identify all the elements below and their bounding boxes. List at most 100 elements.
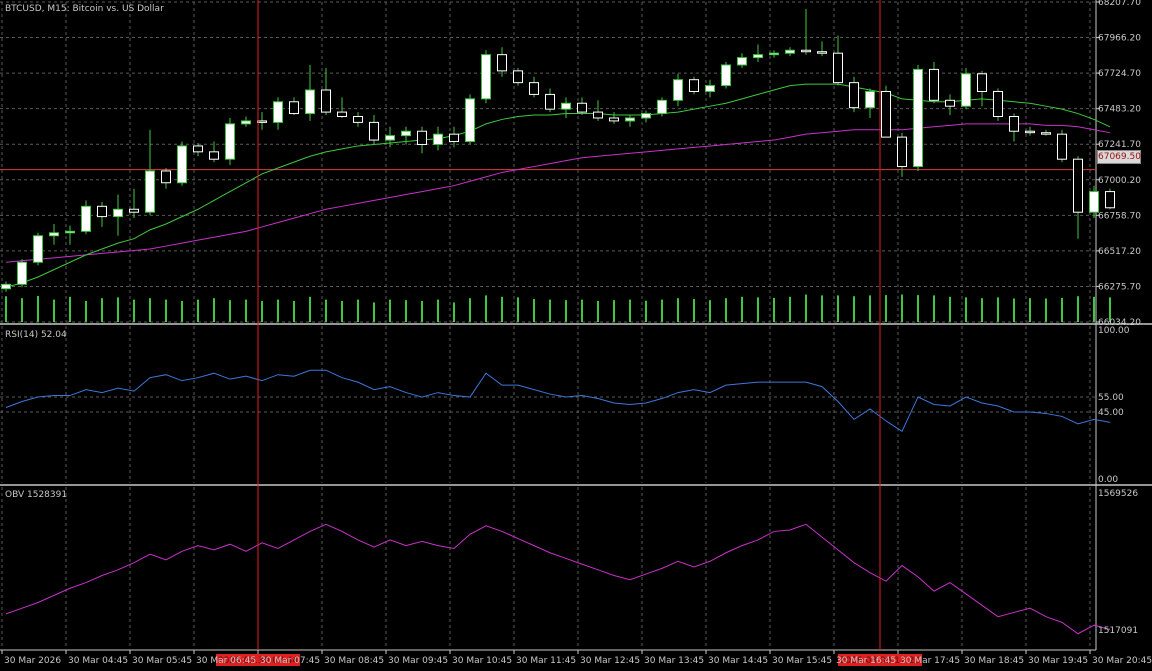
candle-body <box>225 123 235 160</box>
ma-fast-line <box>5 83 1111 288</box>
obv-line <box>5 523 1111 635</box>
time-tick-label: 30 Mar 06:45 <box>196 656 256 666</box>
candle-body <box>689 79 699 92</box>
candle-body <box>209 151 219 160</box>
candle-body <box>641 113 651 119</box>
chart-canvas[interactable]: 2026.03.30 07:44 2026.03.30 17:20 68207.7… <box>0 0 1152 671</box>
price-tick-label: 68207.70 <box>1098 0 1141 8</box>
candle-body <box>353 115 363 123</box>
candle-body <box>321 89 331 113</box>
price-tick-label: 67724.70 <box>1098 69 1141 79</box>
time-tick-label: 30 Mar 16:45 <box>836 656 896 666</box>
candle-body <box>1041 132 1051 135</box>
candle-body <box>801 49 811 53</box>
candle-body <box>289 101 299 115</box>
candle-body <box>913 68 923 168</box>
time-tick-label: 30 Mar 08:45 <box>324 656 384 666</box>
time-tick-label: 30 Mar 17:45 <box>900 656 960 666</box>
candle-body <box>449 133 459 143</box>
obv-polyline <box>5 523 1111 635</box>
candle-body <box>545 93 555 110</box>
candle-body <box>177 145 187 184</box>
price-tick-label: 67483.20 <box>1098 105 1141 115</box>
candle-body <box>401 130 411 137</box>
rsi-line <box>5 369 1111 433</box>
candle-body <box>865 90 875 109</box>
candle-body <box>609 117 619 122</box>
candle-body <box>785 49 795 54</box>
candle-body <box>337 111 347 117</box>
candle-body <box>513 70 523 84</box>
time-tick-label: 30 Mar 20:45 <box>1092 656 1152 666</box>
price-tick-label: 67966.20 <box>1098 34 1141 44</box>
candle-body <box>897 136 907 168</box>
pane-separators <box>0 0 1152 651</box>
candle-body <box>129 208 139 213</box>
candle-body <box>721 64 731 87</box>
candle-body <box>273 101 283 123</box>
time-tick-label: 30 Mar 14:45 <box>708 656 768 666</box>
candle-body <box>161 170 171 184</box>
candle-body <box>577 102 587 113</box>
candle-body <box>1073 158 1083 213</box>
time-tick-label: 30 Mar 07:45 <box>260 656 320 666</box>
candle-body <box>369 121 379 141</box>
candle-body <box>769 52 779 56</box>
price-tick-label: 66758.70 <box>1098 211 1141 221</box>
candle-body <box>193 145 203 153</box>
time-tick-label: 30 Mar 09:45 <box>388 656 448 666</box>
candle-body <box>17 261 27 285</box>
candle-body <box>33 235 43 263</box>
time-tick-label: 30 Mar 13:45 <box>644 656 704 666</box>
time-tick-label: 30 Mar 2026 <box>4 656 61 666</box>
candle-body <box>977 73 987 92</box>
time-tick-label: 30 Mar 19:45 <box>1028 656 1088 666</box>
candle-body <box>849 82 859 109</box>
price-tick-label: 66517.20 <box>1098 247 1141 257</box>
candle-body <box>625 117 635 122</box>
candle-body <box>433 133 443 145</box>
candle-body <box>673 79 683 101</box>
candle-body <box>657 99 667 115</box>
time-tick-label: 30 Mar 11:45 <box>516 656 576 666</box>
candle-body <box>753 54 763 59</box>
candle-body <box>1105 191 1115 209</box>
axes: 68207.70 67966.20 67724.70 67483.20 67241.70… <box>1 0 1152 666</box>
rsi-polyline <box>5 369 1111 433</box>
rsi-tick-label: 0.00 <box>1098 475 1118 485</box>
candle-body <box>241 120 251 125</box>
price-tick-label: 66275.70 <box>1098 282 1141 292</box>
candle-body <box>881 90 891 138</box>
candle-body <box>465 98 475 143</box>
obv-tick-label: 1569526 <box>1098 489 1138 499</box>
candle-body <box>833 52 843 84</box>
candle-body <box>593 111 603 119</box>
candle-body <box>81 205 91 232</box>
candle-body <box>1009 115 1019 132</box>
volume-bars <box>5 294 1111 322</box>
candle-body <box>49 232 59 237</box>
current-price-badge: 67069.50 <box>1097 150 1141 164</box>
candle-body <box>1089 191 1099 213</box>
obv-label: OBV 1528391 <box>5 490 68 500</box>
time-tick-label: 30 Mar 04:45 <box>68 656 128 666</box>
rsi-tick-label: 55.00 <box>1098 393 1124 403</box>
candle-body <box>497 54 507 72</box>
candle-body <box>65 230 75 234</box>
candle-body <box>145 170 155 213</box>
time-tick-label: 30 Mar 10:45 <box>452 656 512 666</box>
obv-tick-label: 1517091 <box>1098 626 1138 636</box>
candle-body <box>961 73 971 107</box>
chart-title: BTCUSD, M15: Bitcoin vs. US Dollar <box>5 4 164 14</box>
candle-body <box>561 102 571 110</box>
candle-body <box>1057 133 1067 160</box>
candle-body <box>1025 130 1035 134</box>
rsi-label: RSI(14) 52.04 <box>5 330 67 340</box>
candle-body <box>817 51 827 54</box>
price-tick-label: 67241.70 <box>1098 140 1141 150</box>
time-tick-label: 30 Mar 12:45 <box>580 656 640 666</box>
time-tick-label: 30 Mar 05:45 <box>132 656 192 666</box>
candle-body <box>97 205 107 218</box>
candle-body <box>113 208 123 218</box>
candle-body <box>945 99 955 107</box>
